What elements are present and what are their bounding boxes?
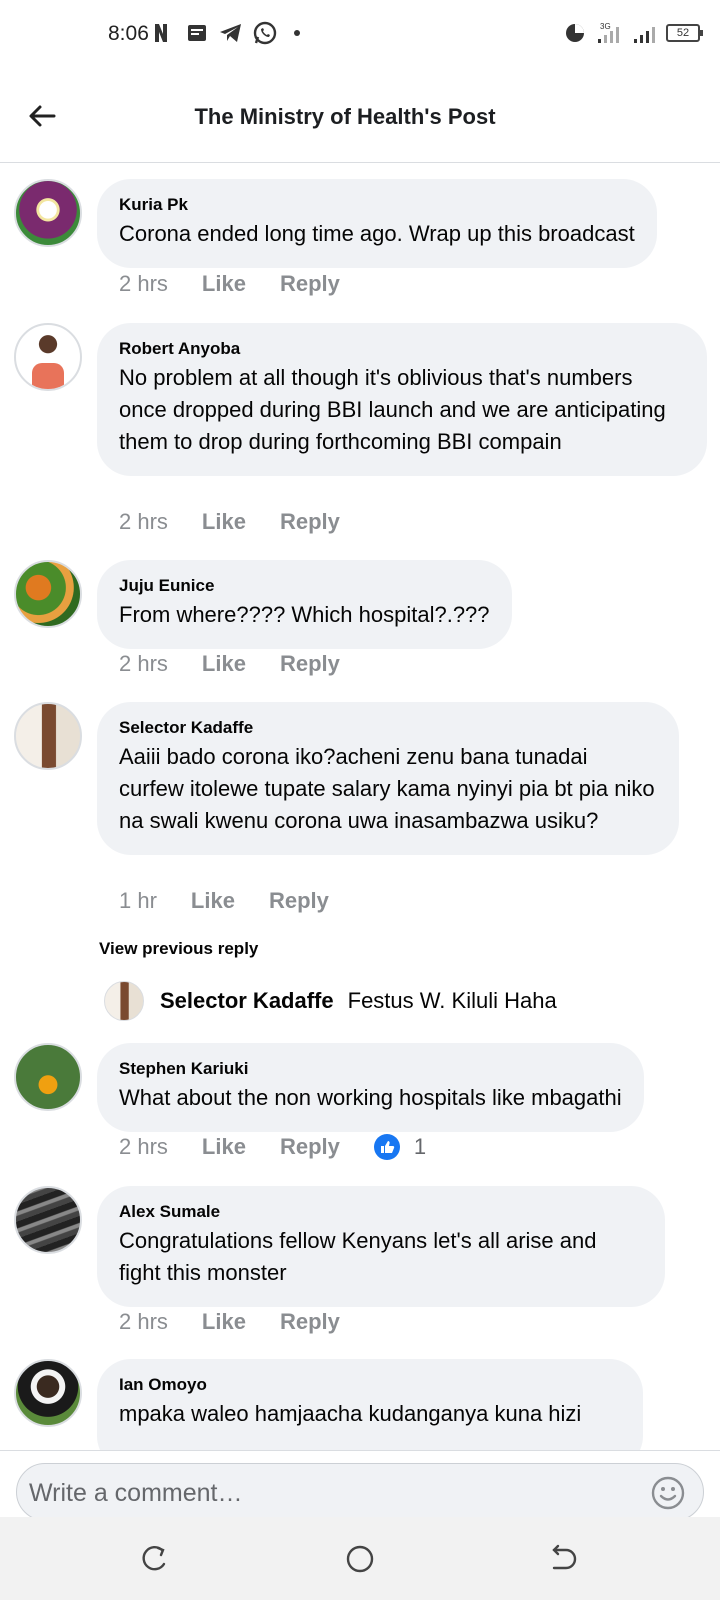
- signal-strength-icon: [632, 20, 658, 46]
- status-time: 8:06: [108, 22, 149, 45]
- comment-text: What about the non working hospitals lik…: [119, 1085, 622, 1110]
- signal-3g-icon: 3G: [596, 20, 624, 46]
- like-button[interactable]: Like: [202, 651, 246, 677]
- reply-button[interactable]: Reply: [280, 271, 340, 297]
- comment-bubble: Stephen Kariuki What about the non worki…: [97, 1043, 644, 1132]
- data-usage-icon: [562, 20, 588, 46]
- whatsapp-icon: [252, 20, 278, 46]
- comment-time[interactable]: 2 hrs: [119, 509, 168, 535]
- system-nav-bar: [0, 1517, 720, 1600]
- avatar[interactable]: [14, 560, 82, 628]
- comment-bubble: Selector Kadaffe Aaiii bado corona iko?a…: [97, 702, 679, 855]
- comment-text: Aaiii bado corona iko?acheni zenu bana t…: [119, 744, 655, 833]
- comment-composer[interactable]: [16, 1463, 704, 1521]
- comment-text: Congratulations fellow Kenyans let's all…: [119, 1228, 597, 1285]
- view-previous-reply-link[interactable]: View previous reply: [99, 939, 258, 959]
- comment-bubble: Robert Anyoba No problem at all though i…: [97, 323, 707, 476]
- comment-author[interactable]: Robert Anyoba: [119, 338, 685, 360]
- like-button[interactable]: Like: [191, 888, 235, 914]
- comment-actions: 2 hrs Like Reply: [119, 271, 374, 297]
- comment-bubble: Alex Sumale Congratulations fellow Kenya…: [97, 1186, 665, 1307]
- like-button[interactable]: Like: [202, 1309, 246, 1335]
- comment-text: From where???? Which hospital?.???: [119, 602, 490, 627]
- status-bar: 8:06 3G 52: [0, 0, 720, 68]
- back-nav-icon[interactable]: [546, 1542, 580, 1576]
- avatar[interactable]: [104, 981, 144, 1021]
- comment-author[interactable]: Juju Eunice: [119, 575, 490, 597]
- telegram-icon: [218, 20, 244, 46]
- avatar[interactable]: [14, 179, 82, 247]
- comment-composer-bar: [0, 1450, 720, 1521]
- emoji-icon[interactable]: [651, 1476, 685, 1510]
- post-header: The Ministry of Health's Post: [0, 68, 720, 163]
- comment-time[interactable]: 2 hrs: [119, 651, 168, 677]
- netflix-icon: [150, 20, 176, 46]
- nested-reply[interactable]: Selector Kadaffe Festus W. Kiluli Haha: [104, 981, 557, 1021]
- comment-actions: 1 hr Like Reply: [119, 888, 363, 914]
- avatar[interactable]: [14, 1359, 82, 1427]
- comment-author[interactable]: Alex Sumale: [119, 1201, 643, 1223]
- avatar[interactable]: [14, 1043, 82, 1111]
- recent-apps-icon[interactable]: [138, 1542, 172, 1576]
- comment-time[interactable]: 2 hrs: [119, 271, 168, 297]
- reply-text: Festus W. Kiluli Haha: [347, 988, 557, 1013]
- comment-author[interactable]: Ian Omoyo: [119, 1374, 621, 1396]
- comment-bubble: Juju Eunice From where???? Which hospita…: [97, 560, 512, 649]
- comment-actions: 2 hrs Like Reply: [119, 509, 374, 535]
- comment-author[interactable]: Selector Kadaffe: [119, 717, 657, 739]
- comment-time[interactable]: 2 hrs: [119, 1134, 168, 1160]
- comment-text: No problem at all though it's oblivious …: [119, 365, 666, 454]
- message-icon: [184, 20, 210, 46]
- more-notifications-dot: [294, 30, 300, 36]
- reply-button[interactable]: Reply: [280, 509, 340, 535]
- comment-input[interactable]: [29, 1477, 629, 1509]
- like-button[interactable]: Like: [202, 509, 246, 535]
- comment-bubble: Ian Omoyo mpaka waleo hamjaacha kudangan…: [97, 1359, 643, 1450]
- comment-list[interactable]: Kuria Pk Corona ended long time ago. Wra…: [0, 163, 720, 1450]
- comment-actions: 2 hrs Like Reply: [119, 1309, 374, 1335]
- avatar[interactable]: [14, 1186, 82, 1254]
- avatar[interactable]: [14, 702, 82, 770]
- reply-button[interactable]: Reply: [280, 651, 340, 677]
- comment-actions: 2 hrs Like Reply 1: [119, 1134, 426, 1160]
- avatar[interactable]: [14, 323, 82, 391]
- comment-author[interactable]: Kuria Pk: [119, 194, 635, 216]
- like-button[interactable]: Like: [202, 271, 246, 297]
- reaction-count[interactable]: 1: [414, 1134, 426, 1160]
- system-icons: 3G 52: [562, 20, 703, 46]
- network-type-label: 3G: [600, 22, 611, 31]
- reply-author[interactable]: Selector Kadaffe: [160, 988, 334, 1014]
- comment-text: Corona ended long time ago. Wrap up this…: [119, 221, 635, 246]
- notification-icons: [150, 20, 300, 46]
- comment-time[interactable]: 1 hr: [119, 888, 157, 914]
- comment-text: mpaka waleo hamjaacha kudanganya kuna hi…: [119, 1401, 582, 1426]
- thumbs-up-icon[interactable]: [373, 1134, 400, 1160]
- comment-bubble: Kuria Pk Corona ended long time ago. Wra…: [97, 179, 657, 268]
- reply-button[interactable]: Reply: [280, 1134, 340, 1160]
- reply-button[interactable]: Reply: [269, 888, 329, 914]
- page-title: The Ministry of Health's Post: [194, 104, 496, 129]
- home-icon[interactable]: [343, 1542, 377, 1576]
- battery-icon: 52: [666, 24, 703, 42]
- like-button[interactable]: Like: [202, 1134, 246, 1160]
- comment-actions: 2 hrs Like Reply: [119, 651, 374, 677]
- reply-button[interactable]: Reply: [280, 1309, 340, 1335]
- comment-author[interactable]: Stephen Kariuki: [119, 1058, 622, 1080]
- comment-time[interactable]: 2 hrs: [119, 1309, 168, 1335]
